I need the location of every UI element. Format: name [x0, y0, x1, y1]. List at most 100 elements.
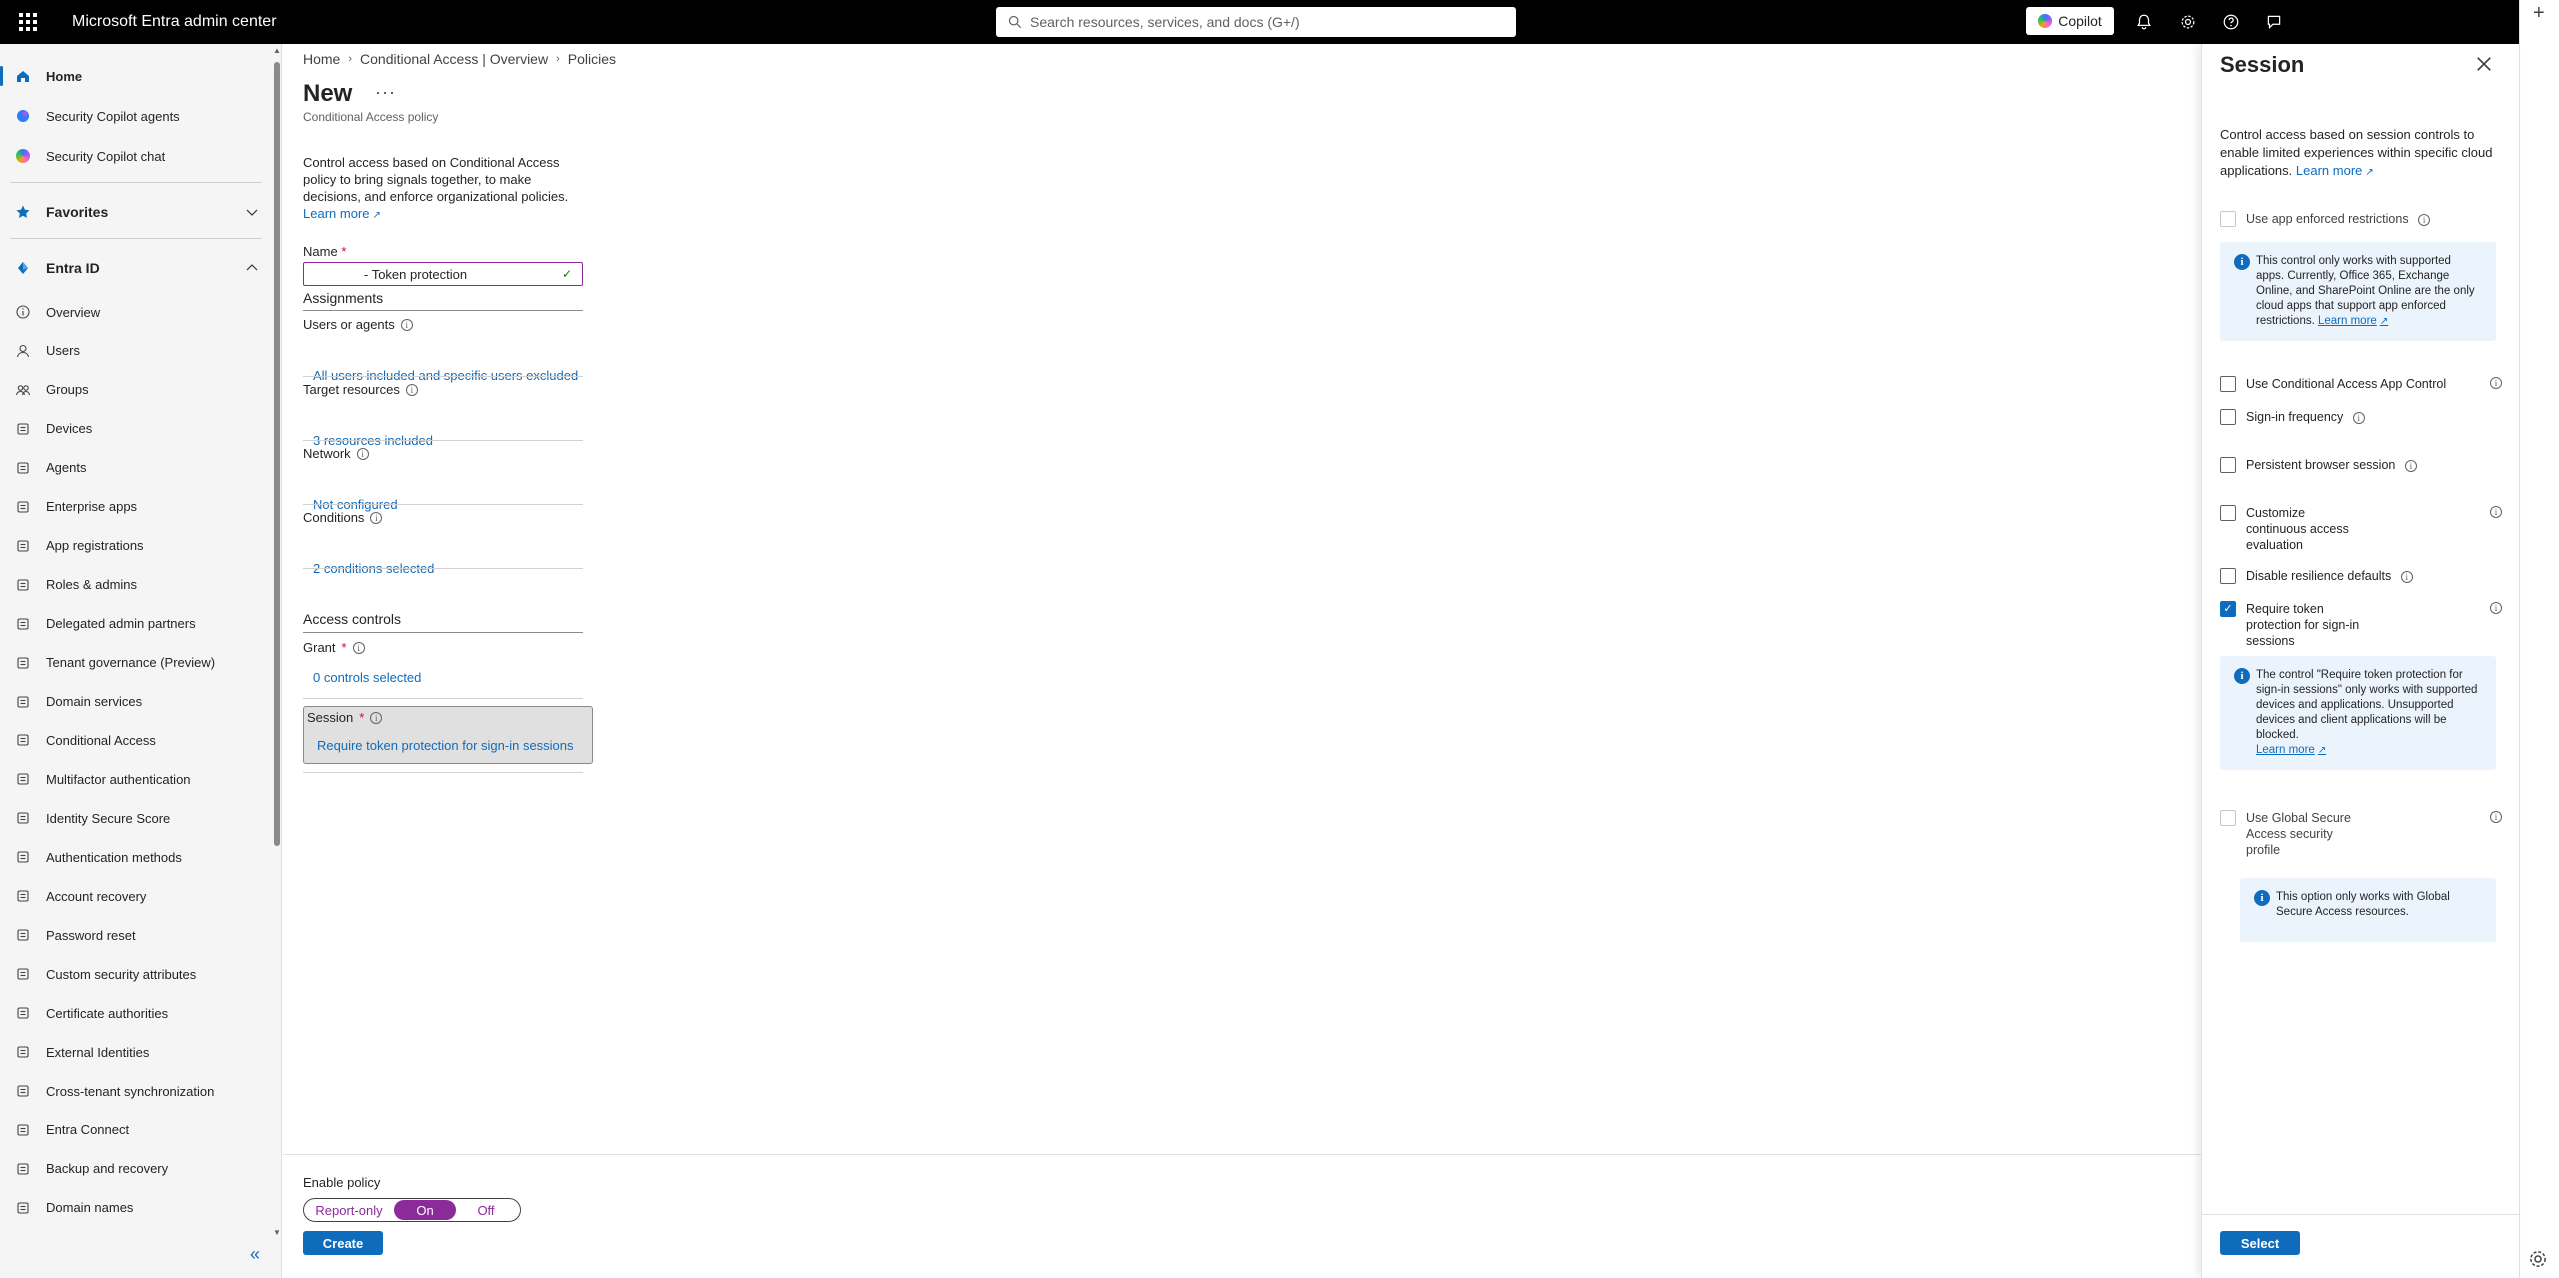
info-icon[interactable]: i	[356, 447, 369, 460]
notifications-icon[interactable]	[2132, 10, 2156, 34]
search-box[interactable]	[996, 7, 1516, 37]
sidebar-item-home[interactable]: Home	[0, 58, 272, 94]
sidebar-item-enterprise-apps[interactable]: Enterprise apps	[0, 489, 272, 525]
page-title: New	[303, 80, 353, 107]
settings-icon[interactable]	[2176, 10, 2200, 34]
sidebar-item-external-identities[interactable]: External Identities	[0, 1034, 272, 1070]
chevron-up-icon[interactable]	[244, 260, 260, 276]
backup-icon	[14, 1160, 32, 1178]
sidebar-item-backup-and-recovery[interactable]: Backup and recovery	[0, 1151, 272, 1187]
search-input[interactable]	[1030, 14, 1516, 30]
copilot-label: Copilot	[2058, 13, 2102, 29]
external-link-icon: ↗	[2365, 167, 2374, 178]
info-icon[interactable]: i	[405, 383, 418, 396]
info-icon[interactable]: i	[2418, 214, 2431, 226]
sidebar-item-users[interactable]: Users	[0, 333, 272, 369]
sidebar-item-app-registrations[interactable]: App registrations	[0, 528, 272, 564]
app-launcher-icon[interactable]	[14, 8, 42, 36]
sidebar-item-agents[interactable]: Agents	[0, 450, 272, 486]
sidebar-item-overview[interactable]: Overview	[0, 294, 272, 330]
option-resilience: Disable resilience defaults i	[2220, 568, 2502, 584]
info-icon[interactable]: i	[370, 711, 383, 724]
sidebar-item-domain-names[interactable]: Domain names	[0, 1190, 272, 1226]
name-input[interactable]	[304, 266, 562, 282]
sidebar-item-groups[interactable]: Groups	[0, 372, 272, 408]
app-enforced-checkbox[interactable]	[2220, 211, 2236, 227]
persistent-session-checkbox[interactable]	[2220, 457, 2236, 473]
select-button[interactable]: Select	[2220, 1231, 2300, 1255]
grant-link[interactable]: 0 controls selected	[313, 670, 421, 685]
sidebar-item-devices[interactable]: Devices	[0, 411, 272, 447]
sidebar-scrollbar[interactable]	[274, 62, 280, 846]
sidebar-item-domain-services[interactable]: Domain services	[0, 684, 272, 720]
devices-icon	[14, 420, 32, 438]
sidebar-item-cross-tenant-synchronization[interactable]: Cross-tenant synchronization	[0, 1073, 272, 1109]
info-icon[interactable]: i	[370, 511, 383, 524]
info-icon[interactable]: i	[400, 318, 413, 331]
name-field[interactable]: ✓	[303, 262, 583, 286]
info-icon[interactable]: i	[2400, 571, 2413, 583]
info-icon[interactable]: i	[2490, 377, 2502, 389]
chevron-down-icon[interactable]	[244, 204, 260, 220]
toggle-off[interactable]: Off	[456, 1200, 516, 1220]
resilience-checkbox[interactable]	[2220, 568, 2236, 584]
gsa-checkbox[interactable]	[2220, 810, 2236, 826]
help-icon[interactable]	[2219, 10, 2243, 34]
sidebar-item-tenant-governance-preview[interactable]: Tenant governance (Preview)	[0, 645, 272, 681]
sidebar-item-roles-admins[interactable]: Roles & admins	[0, 567, 272, 603]
copilot-button[interactable]: Copilot	[2026, 7, 2114, 35]
breadcrumb-conditional-access[interactable]: Conditional Access | Overview	[360, 51, 548, 67]
info-learn-more-link[interactable]: Learn more ↗	[2256, 744, 2326, 756]
info-icon[interactable]: i	[2404, 460, 2417, 472]
option-label: Require token protection for sign-in ses…	[2246, 602, 2360, 648]
cae-checkbox[interactable]	[2220, 505, 2236, 521]
settings-gear-icon[interactable]	[2527, 1248, 2549, 1270]
sidebar-item-label: App registrations	[46, 538, 144, 554]
sidebar-divider	[10, 182, 262, 183]
sidebar-item-certificate-authorities[interactable]: Certificate authorities	[0, 995, 272, 1031]
close-icon[interactable]	[2474, 54, 2494, 74]
app-control-checkbox[interactable]	[2220, 376, 2236, 392]
sidebar-item-label: Agents	[46, 460, 87, 476]
breadcrumb-home[interactable]: Home	[303, 51, 340, 67]
app-enforced-info-box: i This control only works with supported…	[2220, 242, 2496, 341]
sidebar-item-authentication-methods[interactable]: Authentication methods	[0, 839, 272, 875]
sidebar-item-custom-security-attributes[interactable]: Custom security attributes	[0, 956, 272, 992]
scroll-up-arrow[interactable]: ▲	[272, 46, 282, 56]
toggle-report-only[interactable]: Report-only	[304, 1200, 394, 1220]
info-icon[interactable]: i	[352, 641, 365, 654]
panel-learn-more-link[interactable]: Learn more ↗	[2296, 163, 2374, 178]
sidebar-item-favorites[interactable]: Favorites	[0, 194, 272, 230]
session-link[interactable]: Require token protection for sign-in ses…	[317, 738, 574, 753]
sidebar-item-security-copilot-agents[interactable]: Security Copilot agents	[0, 98, 272, 134]
governance-icon	[14, 654, 32, 672]
copilot-chat-icon	[14, 147, 32, 165]
info-icon[interactable]: i	[2490, 602, 2502, 614]
create-button[interactable]: Create	[303, 1231, 383, 1255]
scroll-down-arrow[interactable]: ▼	[272, 1228, 282, 1238]
sidebar-item-conditional-access[interactable]: Conditional Access	[0, 722, 272, 758]
more-options-icon[interactable]: ···	[375, 82, 396, 103]
sidebar-item-delegated-admin-partners[interactable]: Delegated admin partners	[0, 606, 272, 642]
feedback-icon[interactable]	[2262, 10, 2286, 34]
app-title[interactable]: Microsoft Entra admin center	[72, 13, 277, 31]
sidebar-item-entra-id[interactable]: Entra ID	[0, 250, 272, 286]
sidebar-item-password-reset[interactable]: Password reset	[0, 917, 272, 953]
info-icon[interactable]: i	[2352, 412, 2365, 424]
toggle-on[interactable]: On	[394, 1200, 456, 1220]
plus-icon[interactable]: +	[2533, 2, 2545, 25]
info-icon[interactable]: i	[2490, 811, 2502, 823]
sidebar-item-security-copilot-chat[interactable]: Security Copilot chat	[0, 138, 272, 174]
sidebar-item-label: Tenant governance (Preview)	[46, 655, 216, 671]
collapse-sidebar-icon[interactable]: «	[250, 1244, 260, 1265]
info-learn-more-link[interactable]: Learn more ↗	[2318, 315, 2388, 327]
sidebar-item-account-recovery[interactable]: Account recovery	[0, 878, 272, 914]
sidebar-item-entra-connect[interactable]: Entra Connect	[0, 1112, 272, 1148]
sidebar-item-identity-secure-score[interactable]: Identity Secure Score	[0, 800, 272, 836]
breadcrumb-policies[interactable]: Policies	[568, 51, 616, 67]
learn-more-link[interactable]: Learn more ↗	[303, 206, 381, 221]
sidebar-item-multifactor-authentication[interactable]: Multifactor authentication	[0, 761, 272, 797]
token-protection-checkbox[interactable]: ✓	[2220, 601, 2236, 617]
info-icon[interactable]: i	[2490, 506, 2502, 518]
signin-frequency-checkbox[interactable]	[2220, 409, 2236, 425]
